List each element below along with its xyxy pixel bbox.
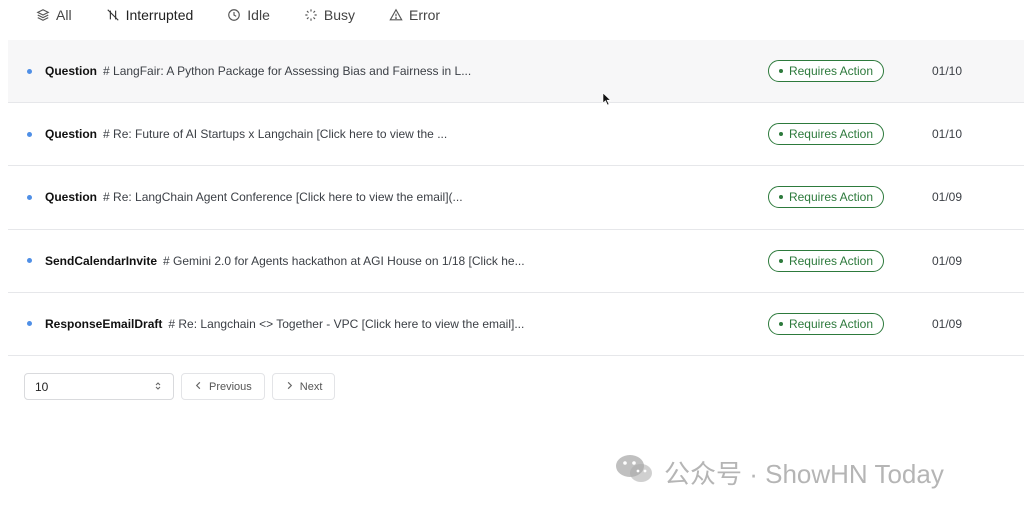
loader-icon [304,8,318,22]
previous-label: Previous [209,380,252,393]
tab-error[interactable]: Error [389,7,440,23]
thread-list: Question # LangFair: A Python Package for… [8,40,1024,356]
pagination: 10 Previous Next [24,373,336,400]
row-date: 01/09 [932,253,963,268]
tab-label: Busy [323,7,355,23]
row-text: Question # Re: Future of AI Startups x La… [45,127,447,141]
chevron-left-icon [194,381,203,393]
table-row[interactable]: ResponseEmailDraft # Re: Langchain <> Tog… [8,293,1024,356]
status-badge: Requires Action [768,186,884,209]
tab-label: Idle [247,7,270,23]
tab-busy[interactable]: Busy [304,7,355,23]
row-description: # Re: Future of AI Startups x Langchain … [103,127,448,142]
row-description: # Re: Langchain <> Together - VPC [Click… [168,316,525,331]
status-badge: Requires Action [768,60,884,83]
row-date: 01/09 [932,190,963,205]
row-date: 01/10 [932,127,963,142]
tab-interrupted[interactable]: Interrupted [106,7,194,23]
page-size-select[interactable]: 10 [24,373,174,400]
unread-dot [27,321,32,327]
table-row[interactable]: Question # LangFair: A Python Package for… [8,40,1024,104]
next-label: Next [299,380,323,393]
row-description: # Gemini 2.0 for Agents hackathon at AGI… [163,253,525,268]
watermark-text: 公众号 · ShowHN Today [664,459,944,489]
row-type: SendCalendarInvite [45,253,158,268]
row-description: # Re: LangChain Agent Conference [Click … [103,190,463,205]
chevron-up-down-icon [153,380,163,394]
table-row[interactable]: SendCalendarInvite # Gemini 2.0 for Agent… [8,230,1024,293]
tab-label: All [56,7,72,23]
tab-all[interactable]: All [36,7,72,23]
clock-icon [227,8,241,22]
next-button[interactable]: Next [271,373,336,400]
unread-dot [27,258,32,264]
table-row[interactable]: Question # Re: Future of AI Startups x La… [8,103,1024,167]
warning-icon [389,8,403,22]
row-text: Question # LangFair: A Python Package for… [45,64,471,78]
row-type: Question [45,64,98,79]
row-text: SendCalendarInvite # Gemini 2.0 for Agent… [45,254,525,268]
row-date: 01/10 [932,64,963,79]
tab-idle[interactable]: Idle [227,7,270,23]
row-type: Question [45,127,98,142]
status-badge: Requires Action [768,312,884,335]
tab-label: Interrupted [125,7,194,23]
pause-off-icon [106,8,120,22]
status-badge: Requires Action [768,123,884,146]
chevron-right-icon [285,381,294,393]
page-size-value: 10 [35,379,49,394]
previous-button[interactable]: Previous [181,373,265,400]
table-row[interactable]: Question # Re: LangChain Agent Conference… [8,166,1024,230]
mouse-cursor-icon [602,92,612,106]
unread-dot [27,68,32,74]
status-filter-tabs: All Interrupted Idle Busy Error [36,0,474,30]
row-description: # LangFair: A Python Package for Assessi… [103,64,472,79]
row-text: ResponseEmailDraft # Re: Langchain <> Tog… [45,317,524,331]
tab-label: Error [408,7,441,23]
row-type: ResponseEmailDraft [45,316,163,331]
row-date: 01/09 [932,316,963,331]
watermark: 公众号 · ShowHN Today [614,452,944,493]
status-badge: Requires Action [768,249,884,272]
row-text: Question # Re: LangChain Agent Conference… [45,190,463,204]
unread-dot [27,131,32,137]
layers-icon [36,8,50,22]
wechat-icon [614,452,654,493]
row-type: Question [45,190,98,205]
unread-dot [27,194,32,200]
